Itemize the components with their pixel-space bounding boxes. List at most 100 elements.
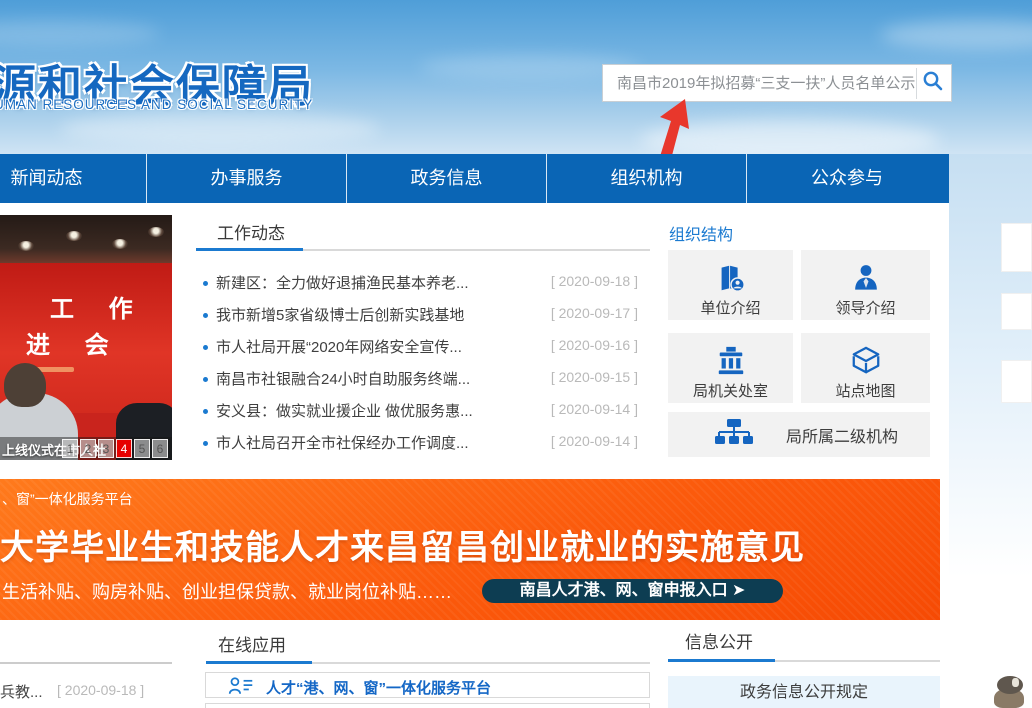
tab-divider-line (303, 249, 650, 251)
person-icon (801, 261, 930, 295)
news-title[interactable]: 南昌市社银融合24小时自助服务终端... (216, 368, 470, 389)
search-icon (922, 70, 944, 97)
news-list-item[interactable]: 我市新增5家省级博士后创新实践基地 [ 2020-09-17 ] (196, 304, 650, 328)
bottom-left-divider (0, 662, 172, 664)
bullet-icon (203, 281, 208, 286)
floating-widget[interactable] (1001, 360, 1032, 403)
page-button-1[interactable]: 1 (62, 439, 78, 458)
bullet-icon (203, 313, 208, 318)
bottom-left-news-item[interactable]: 兵教... [ 2020-09-18 ] (0, 681, 172, 701)
org-card-subordinate-institutions[interactable]: 局所属二级机构 (668, 412, 930, 457)
org-card-leaders[interactable]: 领导介绍 (801, 250, 930, 320)
tab-active-underline (668, 659, 775, 662)
online-app-link[interactable]: 人才“港、网、窗”一体化服务平台 (266, 677, 491, 698)
stage-light (112, 239, 128, 249)
bullet-icon (203, 409, 208, 414)
nav-item-services[interactable]: 办事服务 (147, 154, 347, 203)
news-list-item[interactable]: 市人社局召开全市社保经办工作调度... [ 2020-09-14 ] (196, 432, 650, 456)
tab-active-underline (206, 661, 312, 664)
org-card-label: 单位介绍 (668, 297, 793, 318)
news-date: [ 2020-09-14 ] (551, 433, 638, 449)
org-card-label: 局机关处室 (668, 380, 793, 401)
photo-carousel[interactable]: 工 作 进 会 上线仪式在市人社 1 2 3 4 5 6 (0, 215, 172, 460)
promo-banner[interactable]: 、窗”一体化服务平台 大学毕业生和技能人才来昌留昌创业就业的实施意见 生活补贴、… (0, 479, 940, 620)
online-app-item[interactable]: 人才“港、网、窗”一体化服务平台 (205, 672, 650, 698)
news-list-item[interactable]: 南昌市社银融合24小时自助服务终端... [ 2020-09-15 ] (196, 368, 650, 392)
page: 源和社会保障局 UMAN RESOURCES AND SOCIAL SECURI… (0, 0, 1032, 708)
news-date: [ 2020-09-17 ] (551, 305, 638, 321)
bullet-icon (203, 441, 208, 446)
nav-item-news[interactable]: 新闻动态 (0, 154, 147, 203)
cloud (880, 20, 1032, 50)
news-title[interactable]: 市人社局开展“2020年网络安全宣传... (216, 336, 462, 357)
stage-light (18, 241, 34, 251)
bullet-icon (203, 345, 208, 350)
tab-work-news[interactable]: 工作动态 (217, 219, 285, 244)
news-date: [ 2020-09-14 ] (551, 401, 638, 417)
page-button-5[interactable]: 5 (134, 439, 150, 458)
org-section-title: 组织结构 (669, 221, 733, 245)
nav-item-gov-info[interactable]: 政务信息 (347, 154, 547, 203)
floating-widget[interactable] (1001, 293, 1032, 330)
news-title[interactable]: 市人社局召开全市社保经办工作调度... (216, 432, 469, 453)
carousel-pager: 1 2 3 4 5 6 (62, 439, 168, 458)
news-list-item[interactable]: 市人社局开展“2020年网络安全宣传... [ 2020-09-16 ] (196, 336, 650, 360)
stage-light (66, 231, 82, 241)
banner-small-text: 、窗”一体化服务平台 (2, 489, 133, 509)
news-date: [ 2020-09-15 ] (551, 369, 638, 385)
news-date: [ 2020-09-18 ] (551, 273, 638, 289)
org-card-label: 领导介绍 (801, 297, 930, 318)
bullet-icon (203, 377, 208, 382)
news-title[interactable]: 安义县：做实就业援企业 做优服务惠... (216, 400, 473, 421)
main-navigation: 新闻动态 办事服务 政务信息 组织机构 公众参与 (0, 154, 949, 203)
banner-apply-button[interactable]: 南昌人才港、网、窗申报入口 ➤ (482, 579, 783, 603)
news-title[interactable]: 我市新增5家省级博士后创新实践基地 (216, 304, 464, 325)
page-button-2[interactable]: 2 (80, 439, 96, 458)
news-date: [ 2020-09-18 ] (57, 682, 144, 698)
org-card-label: 站点地图 (801, 380, 930, 401)
search-input[interactable]: 南昌市2019年拟招募“三支一扶”人员名单公示 (602, 64, 952, 102)
org-card-departments[interactable]: 局机关处室 (668, 333, 793, 403)
page-button-3[interactable]: 3 (98, 439, 114, 458)
cube-icon (801, 344, 930, 378)
tab-divider-line (312, 662, 650, 664)
org-card-unit-intro[interactable]: 单位介绍 (668, 250, 793, 320)
slide-banner-text-line1: 工 作 (50, 289, 147, 324)
floating-mascot-image[interactable] (984, 676, 1032, 708)
news-title[interactable]: 新建区：全力做好退捕渔民基本养老... (216, 272, 469, 293)
stage-light (148, 227, 164, 237)
slide-stage-ceiling (0, 215, 172, 263)
online-app-item-partial[interactable] (205, 703, 650, 708)
cloud (0, 20, 160, 46)
tab-info-disclosure[interactable]: 信息公开 (685, 628, 753, 653)
banner-subtitle: 生活补贴、购房补贴、创业担保贷款、就业岗位补贴…… (2, 578, 452, 604)
tab-online-apps[interactable]: 在线应用 (218, 631, 286, 656)
tab-divider-line (775, 660, 940, 662)
site-logo-english: UMAN RESOURCES AND SOCIAL SECURITY (0, 97, 313, 112)
mascot-highlight (1012, 678, 1019, 687)
tab-active-underline (196, 248, 303, 251)
cloud (60, 112, 380, 146)
page-button-4-active[interactable]: 4 (116, 439, 132, 458)
news-list-item[interactable]: 新建区：全力做好退捕渔民基本养老... [ 2020-09-18 ] (196, 272, 650, 296)
page-button-6[interactable]: 6 (152, 439, 168, 458)
info-disclosure-link[interactable]: 政务信息公开规定 (668, 676, 940, 708)
news-date: [ 2020-09-16 ] (551, 337, 638, 353)
nav-item-organization[interactable]: 组织机构 (547, 154, 747, 203)
search-query-text: 南昌市2019年拟招募“三支一扶”人员名单公示 (617, 65, 915, 102)
news-list-item[interactable]: 安义县：做实就业援企业 做优服务惠... [ 2020-09-14 ] (196, 400, 650, 424)
floating-widget[interactable] (1001, 223, 1032, 272)
search-button[interactable] (916, 68, 948, 99)
user-list-icon (228, 676, 254, 701)
attendee-head (4, 363, 46, 407)
nav-item-public-participation[interactable]: 公众参与 (747, 154, 947, 203)
org-card-sitemap[interactable]: 站点地图 (801, 333, 930, 403)
info-disclosure-item[interactable]: 政务信息公开规定 (668, 676, 940, 708)
news-title[interactable]: 兵教... (0, 681, 43, 702)
banner-title: 大学毕业生和技能人才来昌留昌创业就业的实施意见 (0, 520, 805, 569)
org-card-label: 局所属二级机构 (786, 423, 898, 447)
book-icon (668, 261, 793, 295)
org-chart-icon (714, 417, 754, 452)
carousel-caption-bar: 上线仪式在市人社 1 2 3 4 5 6 (0, 437, 172, 460)
bank-icon (668, 344, 793, 378)
